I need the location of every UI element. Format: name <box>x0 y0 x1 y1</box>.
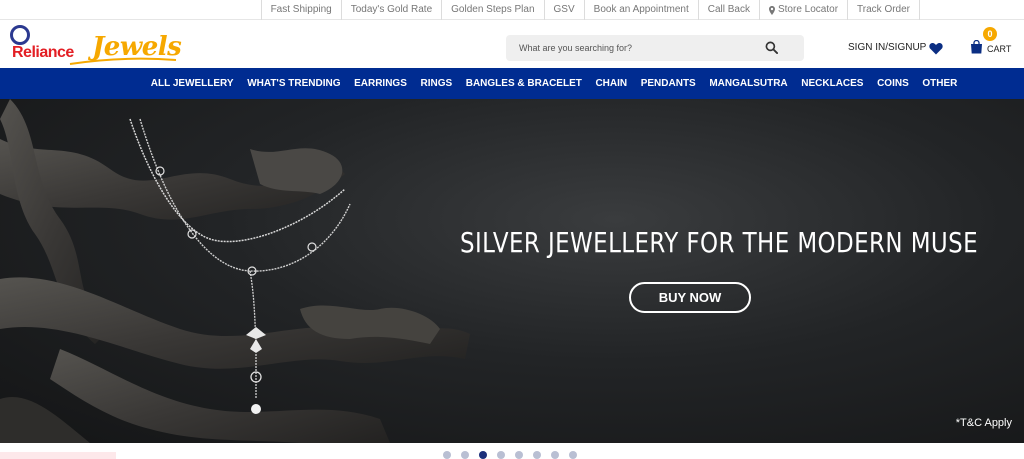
nav-chain[interactable]: CHAIN <box>589 68 634 99</box>
site-header: Reliance Jewels SIGN IN/SIGNUP 0 CART <box>0 20 1024 68</box>
carousel-dot[interactable] <box>497 451 505 459</box>
carousel-dot[interactable] <box>515 451 523 459</box>
carousel-dot[interactable] <box>533 451 541 459</box>
search-icon[interactable] <box>765 41 778 54</box>
nav-bangles-bracelet[interactable]: BANGLES & BRACELET <box>459 68 589 99</box>
link-gold-rate[interactable]: Today's Gold Rate <box>340 0 441 20</box>
link-gsv[interactable]: GSV <box>543 0 584 20</box>
heart-icon[interactable] <box>929 42 943 55</box>
nav-all-jewellery[interactable]: ALL JEWELLERY <box>144 68 240 99</box>
carousel-dot[interactable] <box>461 451 469 459</box>
hero-headline: SILVER JEWELLERY FOR THE MODERN MUSE <box>460 226 979 259</box>
terms-note: *T&C Apply <box>955 417 1012 429</box>
logo-emblem <box>10 25 30 45</box>
carousel-dot[interactable] <box>479 451 487 459</box>
nav-earrings[interactable]: EARRINGS <box>347 68 413 99</box>
nav-whats-trending[interactable]: WHAT'S TRENDING <box>240 68 347 99</box>
bottom-strip <box>0 452 116 459</box>
top-utility-bar: Fast Shipping Today's Gold Rate Golden S… <box>0 0 1024 20</box>
nav-necklaces[interactable]: NECKLACES <box>794 68 870 99</box>
link-track-order[interactable]: Track Order <box>847 0 920 20</box>
hero-banner[interactable]: SILVER JEWELLERY FOR THE MODERN MUSE BUY… <box>0 99 1024 443</box>
link-call-back[interactable]: Call Back <box>697 0 759 20</box>
main-nav: ALL JEWELLERY WHAT'S TRENDING EARRINGS R… <box>0 68 1024 99</box>
logo-word-reliance: Reliance <box>12 44 74 61</box>
link-store-locator[interactable]: Store Locator <box>758 0 847 20</box>
utility-links: Fast Shipping Today's Gold Rate Golden S… <box>260 0 920 20</box>
nav-other[interactable]: OTHER <box>916 68 965 99</box>
nav-rings[interactable]: RINGS <box>414 68 459 99</box>
link-book-appointment[interactable]: Book an Appointment <box>583 0 698 20</box>
driftwood-necklace-image <box>0 99 470 443</box>
brand-logo[interactable]: Reliance Jewels <box>8 24 188 66</box>
store-locator-label: Store Locator <box>777 4 839 15</box>
cart-count-badge: 0 <box>983 27 997 41</box>
carousel-dot[interactable] <box>551 451 559 459</box>
carousel-dot[interactable] <box>569 451 577 459</box>
cart-button[interactable]: 0 CART <box>966 27 1014 62</box>
nav-pendants[interactable]: PENDANTS <box>634 68 703 99</box>
signin-link[interactable]: SIGN IN/SIGNUP <box>848 42 926 53</box>
nav-mangalsutra[interactable]: MANGALSUTRA <box>703 68 795 99</box>
buy-now-button[interactable]: BUY NOW <box>629 282 751 313</box>
cart-label: CART <box>987 44 1012 54</box>
carousel-dots <box>443 451 577 459</box>
link-fast-shipping[interactable]: Fast Shipping <box>260 0 341 20</box>
nav-coins[interactable]: COINS <box>870 68 915 99</box>
shopping-bag-icon <box>971 40 982 54</box>
map-pin-icon <box>768 5 775 15</box>
link-golden-steps[interactable]: Golden Steps Plan <box>441 0 543 20</box>
nav-items: ALL JEWELLERY WHAT'S TRENDING EARRINGS R… <box>144 68 964 99</box>
carousel-dot[interactable] <box>443 451 451 459</box>
search-bar <box>506 35 804 61</box>
logo-swoosh <box>69 57 177 65</box>
search-input[interactable] <box>506 35 766 61</box>
